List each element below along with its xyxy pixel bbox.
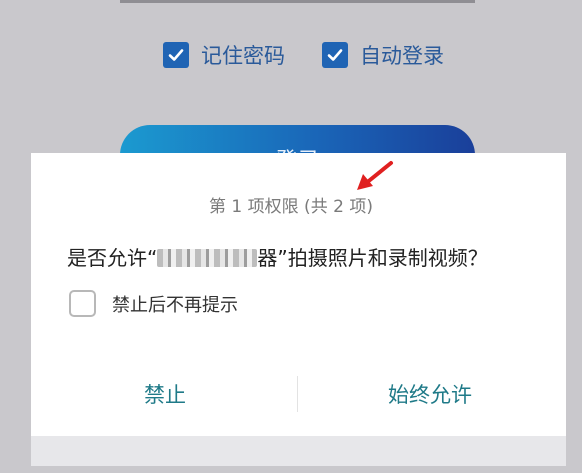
button-divider <box>297 376 298 412</box>
dont-ask-again-checkbox[interactable]: 禁止后不再提示 <box>69 290 238 317</box>
permission-question: 是否允许“ 器”拍摄照片和录制视频？ <box>67 242 488 271</box>
remember-password-label: 记住密码 <box>201 44 285 68</box>
checkmark-icon <box>163 42 189 68</box>
password-input-underline <box>120 0 475 3</box>
deny-button[interactable]: 禁止 <box>100 375 230 415</box>
question-prefix: 是否允许“ <box>67 246 158 270</box>
checkmark-icon <box>322 42 348 68</box>
permission-progress-text: 第 1 项权限 (共 2 项) <box>209 197 373 217</box>
auto-login-label: 自动登录 <box>360 44 444 68</box>
app-name-tail: 器 <box>257 246 278 270</box>
remember-password-checkbox[interactable]: 记住密码 <box>163 40 285 70</box>
question-suffix: ”拍摄照片和录制视频？ <box>277 246 488 270</box>
checkbox-empty-icon <box>69 290 96 317</box>
always-allow-button[interactable]: 始终允许 <box>360 375 500 415</box>
dont-ask-again-label: 禁止后不再提示 <box>112 294 238 316</box>
redacted-app-name <box>157 249 258 267</box>
dialog-bottom-area <box>31 436 566 466</box>
annotation-arrow-icon <box>357 161 393 190</box>
auto-login-checkbox[interactable]: 自动登录 <box>322 40 444 70</box>
